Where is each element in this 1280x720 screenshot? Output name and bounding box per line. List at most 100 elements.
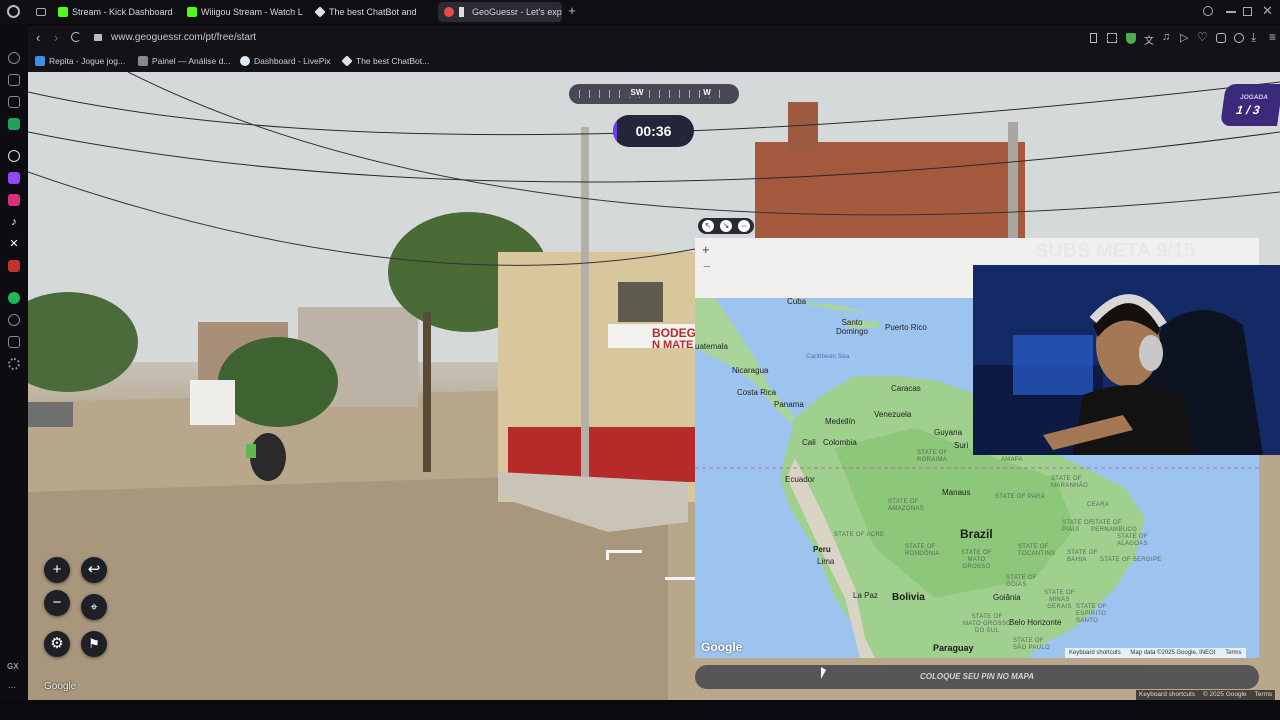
move-arrow[interactable] bbox=[665, 572, 695, 580]
tab-geoguessr[interactable]: GeoGuessr - Let's exp bbox=[438, 2, 562, 22]
tab-label: The best ChatBot and bbox=[329, 7, 417, 17]
bookmark-site-icon bbox=[35, 56, 45, 66]
messenger-icon[interactable] bbox=[8, 118, 20, 130]
music-icon[interactable]: ♫ bbox=[1162, 31, 1170, 43]
footer-keyboard-shortcuts-link[interactable]: Keyboard shortcuts bbox=[1139, 691, 1195, 698]
more-icon[interactable]: ... bbox=[8, 680, 16, 691]
map-label-state-mgs: STATE OF MATO GROSSO DO SUL bbox=[963, 614, 1012, 634]
map-terms-link[interactable]: Terms bbox=[1225, 650, 1241, 656]
bookmark-icon[interactable] bbox=[1090, 33, 1097, 43]
restore-icon[interactable] bbox=[1243, 7, 1252, 16]
bookmark-repita[interactable]: Repita - Jogue jog... bbox=[35, 54, 125, 68]
round-badge: JOGADA 1 / 3 bbox=[1220, 84, 1280, 126]
kick-icon bbox=[187, 7, 197, 17]
gx-label[interactable]: GX bbox=[7, 662, 19, 671]
map-label-peru: Peru bbox=[813, 545, 831, 554]
spotify-icon[interactable] bbox=[8, 292, 20, 304]
tab-chatbot[interactable]: The best ChatBot and bbox=[313, 2, 431, 22]
return-to-start-button[interactable]: ⌖ bbox=[81, 594, 107, 620]
extensions-icon[interactable] bbox=[8, 336, 20, 348]
lock-icon[interactable] bbox=[94, 34, 102, 41]
map-label-state-pernambuco: STATE OF PERNAMBUCO bbox=[1091, 520, 1138, 533]
twitch-icon[interactable] bbox=[8, 172, 20, 184]
back-icon[interactable]: ‹ bbox=[36, 30, 40, 45]
x-icon[interactable]: ✕ bbox=[8, 238, 20, 250]
compass-label-w: W bbox=[700, 88, 714, 97]
vpn-shield-icon[interactable] bbox=[1126, 33, 1136, 44]
news-icon[interactable] bbox=[8, 96, 20, 108]
map-label-cuba: Cuba bbox=[787, 298, 807, 306]
pin-map-icon[interactable]: ⇔ bbox=[738, 220, 750, 232]
heart-icon[interactable]: ♡ bbox=[1197, 30, 1208, 44]
viewport-footer: Keyboard shortcuts © 2025 Google Terms bbox=[0, 690, 1280, 720]
tab-wiiigou-stream[interactable]: Wiiigou Stream - Watch L bbox=[185, 2, 303, 22]
tab-label: GeoGuessr - Let's exp bbox=[472, 7, 562, 17]
map-label-belo-horizonte: Belo Horizonte bbox=[1009, 618, 1062, 627]
map-label-state-bahia: STATE OF BAHIA bbox=[1067, 550, 1098, 563]
map-label-caracas: Caracas bbox=[891, 384, 921, 393]
compass-label-sw: SW bbox=[628, 88, 646, 97]
move-arrow[interactable] bbox=[606, 550, 642, 560]
zoom-out-button[interactable]: − bbox=[44, 590, 70, 616]
settings-button[interactable]: ⚙ bbox=[44, 631, 70, 657]
map-zoom-out-button[interactable]: − bbox=[703, 260, 715, 273]
download-icon[interactable]: ⤓ bbox=[1251, 30, 1256, 45]
bookmark-label: The best ChatBot... bbox=[356, 56, 430, 66]
map-label-state-sergipe: STATE OF SERGIPE bbox=[1100, 557, 1162, 563]
map-label-paraguay: Paraguay bbox=[933, 643, 974, 653]
expand-map-icon[interactable]: ↖ bbox=[702, 220, 714, 232]
extensions-puzzle-icon[interactable] bbox=[1216, 33, 1226, 43]
bookmark-painel[interactable]: Painel — Análise d... bbox=[138, 54, 230, 68]
snapshot-icon[interactable] bbox=[1107, 33, 1117, 43]
new-tab-button[interactable]: + bbox=[566, 4, 578, 17]
easy-setup-icon[interactable]: ≡ bbox=[1269, 30, 1276, 44]
map-label-santo-domingo: Santo Domingo bbox=[835, 318, 868, 336]
bookmark-site-icon bbox=[138, 56, 148, 66]
bookmark-chatbot[interactable]: The best ChatBot... bbox=[341, 54, 430, 68]
chatgpt-icon[interactable] bbox=[8, 150, 20, 162]
opera-logo-icon[interactable] bbox=[7, 5, 20, 18]
mouse-cursor-icon bbox=[821, 667, 826, 679]
map-keyboard-shortcuts-link[interactable]: Keyboard shortcuts bbox=[1069, 650, 1121, 656]
instagram-icon[interactable] bbox=[8, 194, 20, 206]
map-label-state-sao-paulo: STATE OF SÃO PAULO bbox=[1013, 638, 1050, 651]
zoom-in-button[interactable]: + bbox=[44, 557, 70, 583]
map-label-state-rondonia: STATE OF RONDÔNIA bbox=[905, 544, 940, 557]
speed-dial-icon[interactable] bbox=[8, 52, 20, 64]
undo-move-button[interactable]: ↩ bbox=[81, 557, 107, 583]
settings-icon[interactable] bbox=[8, 358, 20, 370]
tab-label: Wiiigou Stream - Watch L bbox=[201, 7, 303, 17]
speaker-icon[interactable] bbox=[459, 7, 466, 17]
tab-menu-icon[interactable] bbox=[36, 8, 46, 16]
map-label-colombia: Colombia bbox=[823, 438, 857, 447]
reload-icon[interactable] bbox=[71, 32, 81, 42]
tab-kick-dashboard[interactable]: Stream - Kick Dashboard bbox=[56, 2, 176, 22]
map-zoom-in-button[interactable]: + bbox=[702, 243, 714, 256]
url-text[interactable]: www.geoguessr.com/pt/free/start bbox=[111, 32, 256, 43]
search-icon[interactable] bbox=[1203, 6, 1213, 16]
footer-terms-link[interactable]: Terms bbox=[1254, 691, 1272, 698]
map-label-nicaragua: Nicaragua bbox=[732, 366, 769, 375]
map-label-manaus: Manaus bbox=[942, 488, 971, 497]
bookmark-site-icon bbox=[240, 56, 250, 66]
bookmark-livepix[interactable]: Dashboard - LivePix bbox=[240, 54, 331, 68]
map-label-guyana: Guyana bbox=[934, 428, 963, 437]
address-bar: ‹ › www.geoguessr.com/pt/free/start 文 ♫ … bbox=[28, 26, 1280, 50]
shrink-map-icon[interactable]: ↘ bbox=[720, 220, 732, 232]
map-google-logo: Google bbox=[701, 640, 743, 654]
history-icon[interactable] bbox=[8, 314, 20, 326]
tiktok-icon[interactable]: ♪ bbox=[8, 216, 20, 228]
youtube-icon[interactable] bbox=[8, 260, 20, 272]
close-icon[interactable]: ✕ bbox=[1262, 4, 1274, 18]
send-icon[interactable]: ▷ bbox=[1180, 31, 1188, 44]
flag-button[interactable]: ⚑ bbox=[81, 631, 107, 657]
minimize-icon[interactable] bbox=[1226, 11, 1236, 13]
translate-icon[interactable]: 文 bbox=[1144, 32, 1154, 47]
game-controller-icon[interactable] bbox=[8, 74, 20, 86]
profile-icon[interactable] bbox=[1234, 33, 1244, 43]
place-pin-button[interactable]: COLOQUE SEU PIN NO MAPA bbox=[695, 665, 1259, 689]
map-label-state-espirito: STATE OF ESPÍRITO SANTO bbox=[1076, 604, 1107, 624]
street-google-logo: Google bbox=[44, 681, 77, 692]
bookmark-label: Dashboard - LivePix bbox=[254, 56, 331, 66]
forward-icon[interactable]: › bbox=[54, 30, 58, 45]
